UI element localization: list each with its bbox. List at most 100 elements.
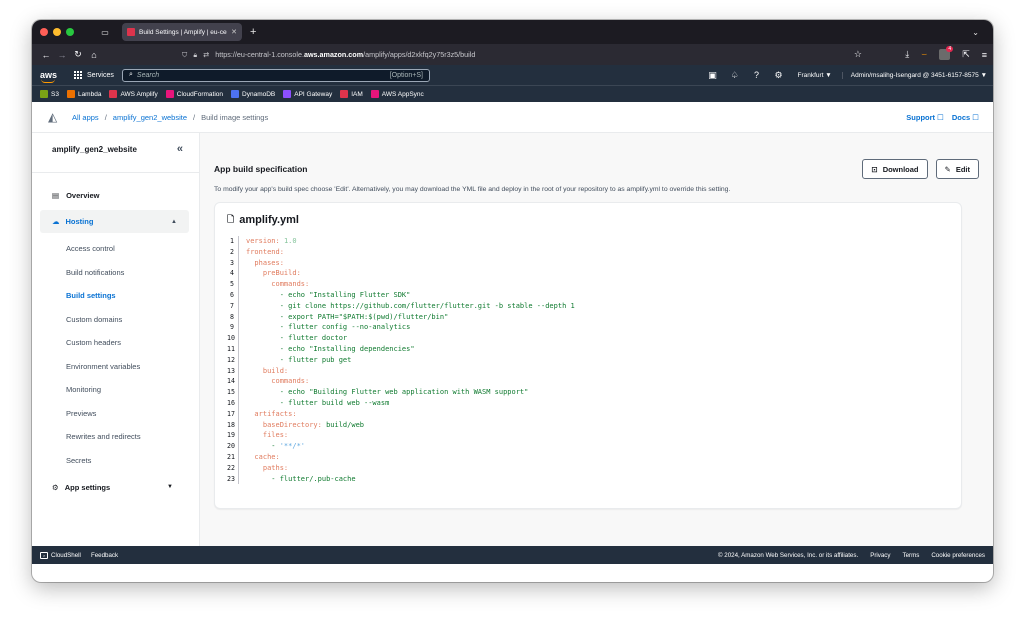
code-text: version: 1.0 <box>246 237 297 245</box>
search-input[interactable]: ⌕ Search [Option+S] <box>122 68 430 82</box>
line-number: 4 <box>227 268 239 280</box>
side-nav-header: amplify_gen2_website « <box>32 143 199 155</box>
sidebar-item-rewrites-redirects[interactable]: Rewrites and redirects <box>32 425 199 449</box>
footer-links: © 2024, Amazon Web Services, Inc. or its… <box>718 552 985 559</box>
code-line: 2 frontend: <box>227 246 949 258</box>
sidebar-item-access-control[interactable]: Access control <box>32 237 199 261</box>
collapse-sidebar-icon[interactable]: « <box>177 143 183 155</box>
favorite-appsync[interactable]: AWS AppSync <box>370 90 424 98</box>
app-name: amplify_gen2_website <box>52 144 137 154</box>
services-label: Services <box>87 71 114 79</box>
permissions-icon: ⇄ <box>203 50 210 59</box>
favorite-cloudformation[interactable]: CloudFormation <box>165 90 223 98</box>
cloudshell-icon[interactable]: ▣ <box>702 70 724 81</box>
code-text: baseDirectory: build/web <box>246 420 365 429</box>
feedback-link[interactable]: Feedback <box>91 552 118 559</box>
code-text: - flutter/.pub-cache <box>246 474 356 483</box>
code-line: 19 files: <box>227 430 949 442</box>
code-line: 6 - echo "Installing Flutter SDK" <box>227 289 949 301</box>
favorite-api-gateway[interactable]: API Gateway <box>283 90 332 98</box>
download-icon[interactable]: ⤓ <box>905 49 909 60</box>
sidebar-item-environment-variables[interactable]: Environment variables <box>32 355 199 379</box>
services-menu-button[interactable]: Services <box>74 70 114 80</box>
breadcrumb-current: Build image settings <box>201 112 269 122</box>
terms-link[interactable]: Terms <box>903 552 920 559</box>
url-text: https://eu-central-1.console.aws.amazon.… <box>215 50 476 59</box>
close-tab-icon[interactable]: ✕ <box>231 28 237 36</box>
amplify-icon <box>109 90 118 98</box>
code-block[interactable]: 1 version: 1.0 2 frontend: 3 phases: 4 preBui… <box>227 236 949 485</box>
minimize-window-button[interactable] <box>53 28 61 36</box>
browser-tab-active[interactable]: Build Settings | Amplify | eu-central-1 … <box>122 23 242 41</box>
home-icon[interactable]: ⌂ <box>86 50 102 60</box>
forward-arrow-icon[interactable]: → <box>54 50 70 60</box>
url-bar[interactable]: ⛉ 🔒︎ ⇄ https://eu-central-1.console.aws.… <box>182 47 862 62</box>
amazon-extension-icon[interactable]: ⌣ <box>921 49 927 60</box>
gear-icon[interactable]: ⚙ <box>768 70 790 81</box>
code-line: 13 build: <box>227 365 949 377</box>
reload-icon[interactable]: ↻ <box>70 49 86 60</box>
extension-icon[interactable]: 4 <box>939 46 954 60</box>
extension-badge: 4 <box>946 46 954 52</box>
favorite-s3[interactable]: S3 <box>40 90 59 98</box>
docs-link[interactable]: Docs ☐ <box>952 113 979 122</box>
sidebar-item-overview[interactable]: ▤ Overview <box>32 184 199 206</box>
sidebar-item-build-notifications[interactable]: Build notifications <box>32 261 199 285</box>
cookie-preferences-link[interactable]: Cookie preferences <box>931 552 985 559</box>
sidebar-item-app-settings[interactable]: ⚙ App settings ▼ <box>32 476 199 498</box>
code-line: 21 cache: <box>227 451 949 463</box>
breadcrumb-app[interactable]: amplify_gen2_website <box>113 113 187 122</box>
terminal-icon: > <box>40 551 48 559</box>
sidebar-item-custom-domains[interactable]: Custom domains <box>32 308 199 332</box>
region-selector[interactable]: Frankfurt ▼ <box>798 72 832 79</box>
share-icon[interactable]: ⇱ <box>962 49 970 60</box>
favorite-iam[interactable]: IAM <box>340 90 363 98</box>
line-number: 21 <box>227 451 239 463</box>
tab-overview-icon[interactable]: ▭ <box>98 26 112 38</box>
code-text: - export PATH="$PATH:$(pwd)/flutter/bin" <box>246 312 449 321</box>
sidebar-item-secrets[interactable]: Secrets <box>32 449 199 473</box>
new-tab-icon[interactable]: + <box>250 26 256 38</box>
favorite-label: Lambda <box>77 90 102 98</box>
favorite-lambda[interactable]: Lambda <box>66 90 102 98</box>
close-window-button[interactable] <box>40 28 48 36</box>
sidebar-item-previews[interactable]: Previews <box>32 402 199 426</box>
cloudshell-button[interactable]: > CloudShell <box>40 551 81 559</box>
bookmark-star-icon[interactable]: ☆ <box>854 49 862 60</box>
menu-icon[interactable]: ≡ <box>982 50 987 60</box>
sidebar-item-custom-headers[interactable]: Custom headers <box>32 331 199 355</box>
favorite-amplify[interactable]: AWS Amplify <box>109 90 158 98</box>
support-link[interactable]: Support ☐ <box>906 113 944 122</box>
code-text: - echo "Installing Flutter SDK" <box>246 290 411 299</box>
favorite-dynamodb[interactable]: DynamoDB <box>231 90 275 98</box>
line-number: 14 <box>227 376 239 388</box>
maximize-window-button[interactable] <box>66 28 74 36</box>
code-text: - echo "Building Flutter web application… <box>246 388 529 397</box>
tab-list-chevron-icon[interactable]: ⌄ <box>972 28 979 37</box>
breadcrumb-all-apps[interactable]: All apps <box>72 113 99 122</box>
code-line: 16 - flutter build web --wasm <box>227 397 949 409</box>
browser-toolbar-right: ⤓ ⌣ 4 ⇱ ≡ <box>905 46 987 60</box>
privacy-link[interactable]: Privacy <box>870 552 890 559</box>
sidebar-item-monitoring[interactable]: Monitoring <box>32 378 199 402</box>
favorite-label: S3 <box>51 90 59 98</box>
code-text: - '**/*' <box>246 442 306 451</box>
amplify-logo-icon[interactable]: ◭ <box>48 110 62 124</box>
account-menu[interactable]: Admin/msalihg-Isengard @ 3451-6157-8575 … <box>841 71 987 79</box>
edit-button[interactable]: ✎ Edit <box>935 159 979 179</box>
bell-icon[interactable]: ♤ <box>724 70 746 81</box>
back-arrow-icon[interactable]: ← <box>38 50 54 60</box>
download-button[interactable]: ⊡ Download <box>862 159 928 179</box>
help-icon[interactable]: ? <box>746 70 768 80</box>
code-line: 8 - export PATH="$PATH:$(pwd)/flutter/bi… <box>227 311 949 323</box>
sidebar-item-label: Overview <box>66 190 100 200</box>
sidebar-item-build-settings[interactable]: Build settings <box>32 284 199 308</box>
favorite-label: AWS Amplify <box>120 90 158 98</box>
sidebar-item-hosting[interactable]: ☁ Hosting ▲ <box>40 210 189 233</box>
line-number: 20 <box>227 441 239 452</box>
side-navigation: amplify_gen2_website « ▤ Overview ☁ Host… <box>32 133 200 546</box>
aws-logo[interactable]: aws <box>40 70 62 83</box>
line-number: 10 <box>227 333 239 344</box>
content-area: amplify_gen2_website « ▤ Overview ☁ Host… <box>32 133 993 546</box>
build-spec-description: To modify your app's build spec choose '… <box>214 186 731 193</box>
